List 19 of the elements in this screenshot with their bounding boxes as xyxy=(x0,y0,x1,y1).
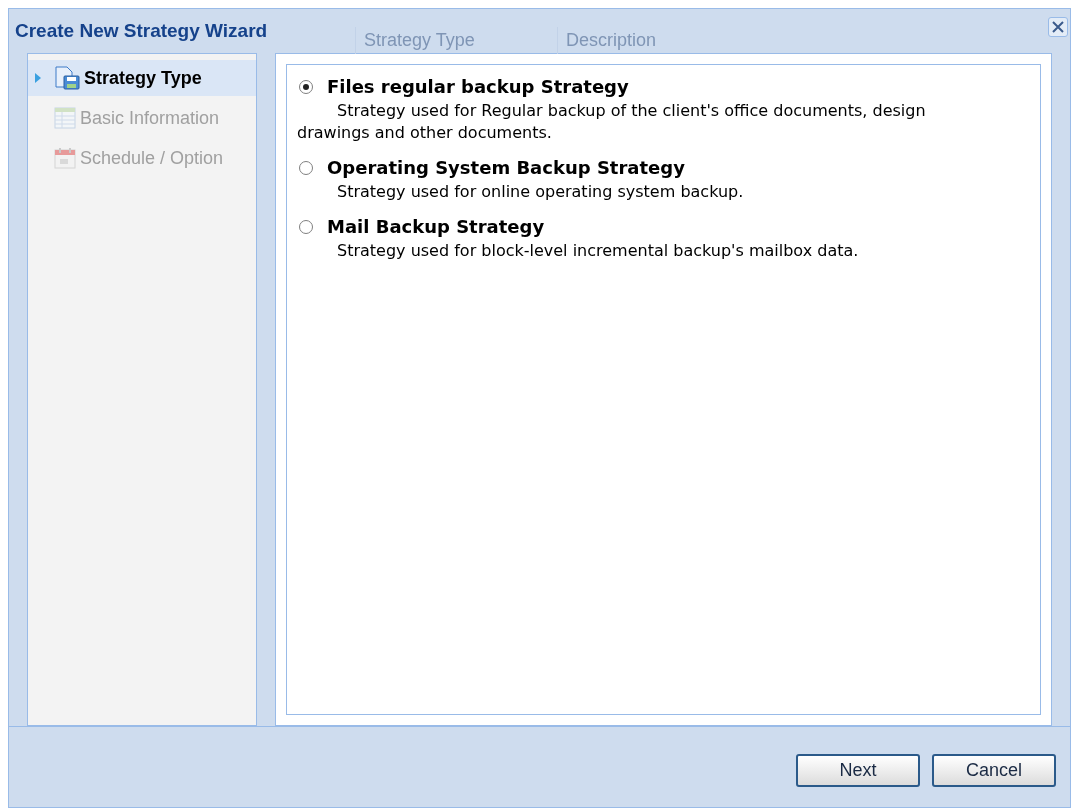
option-description: Strategy used for block-level incremental backup's mailbox data. xyxy=(336,240,860,262)
radio-button[interactable] xyxy=(299,79,313,94)
radio-button[interactable] xyxy=(299,219,313,234)
document-disk-icon xyxy=(54,66,80,90)
option-description: Strategy used for Regular backup of the client's office documents, design drawings and other documents. xyxy=(297,100,927,144)
option-description: Strategy used for online operating system backup. xyxy=(336,181,745,203)
wizard-step[interactable]: Strategy Type xyxy=(28,60,256,96)
radio-button[interactable] xyxy=(299,160,313,175)
option-title[interactable]: Mail Backup Strategy xyxy=(327,213,545,240)
dialog-button[interactable]: Cancel xyxy=(932,753,1056,787)
table-icon xyxy=(54,107,76,129)
close-button[interactable] xyxy=(1048,17,1068,37)
option-title[interactable]: Files regular backup Strategy xyxy=(327,73,629,100)
arrow-icon xyxy=(34,73,42,83)
dialog-button[interactable]: Next xyxy=(796,753,920,787)
window-title: Create New Strategy Wizard xyxy=(15,19,269,43)
option-title[interactable]: Operating System Backup Strategy xyxy=(327,154,685,181)
close-icon xyxy=(1051,20,1065,34)
calendar-icon xyxy=(54,147,76,169)
